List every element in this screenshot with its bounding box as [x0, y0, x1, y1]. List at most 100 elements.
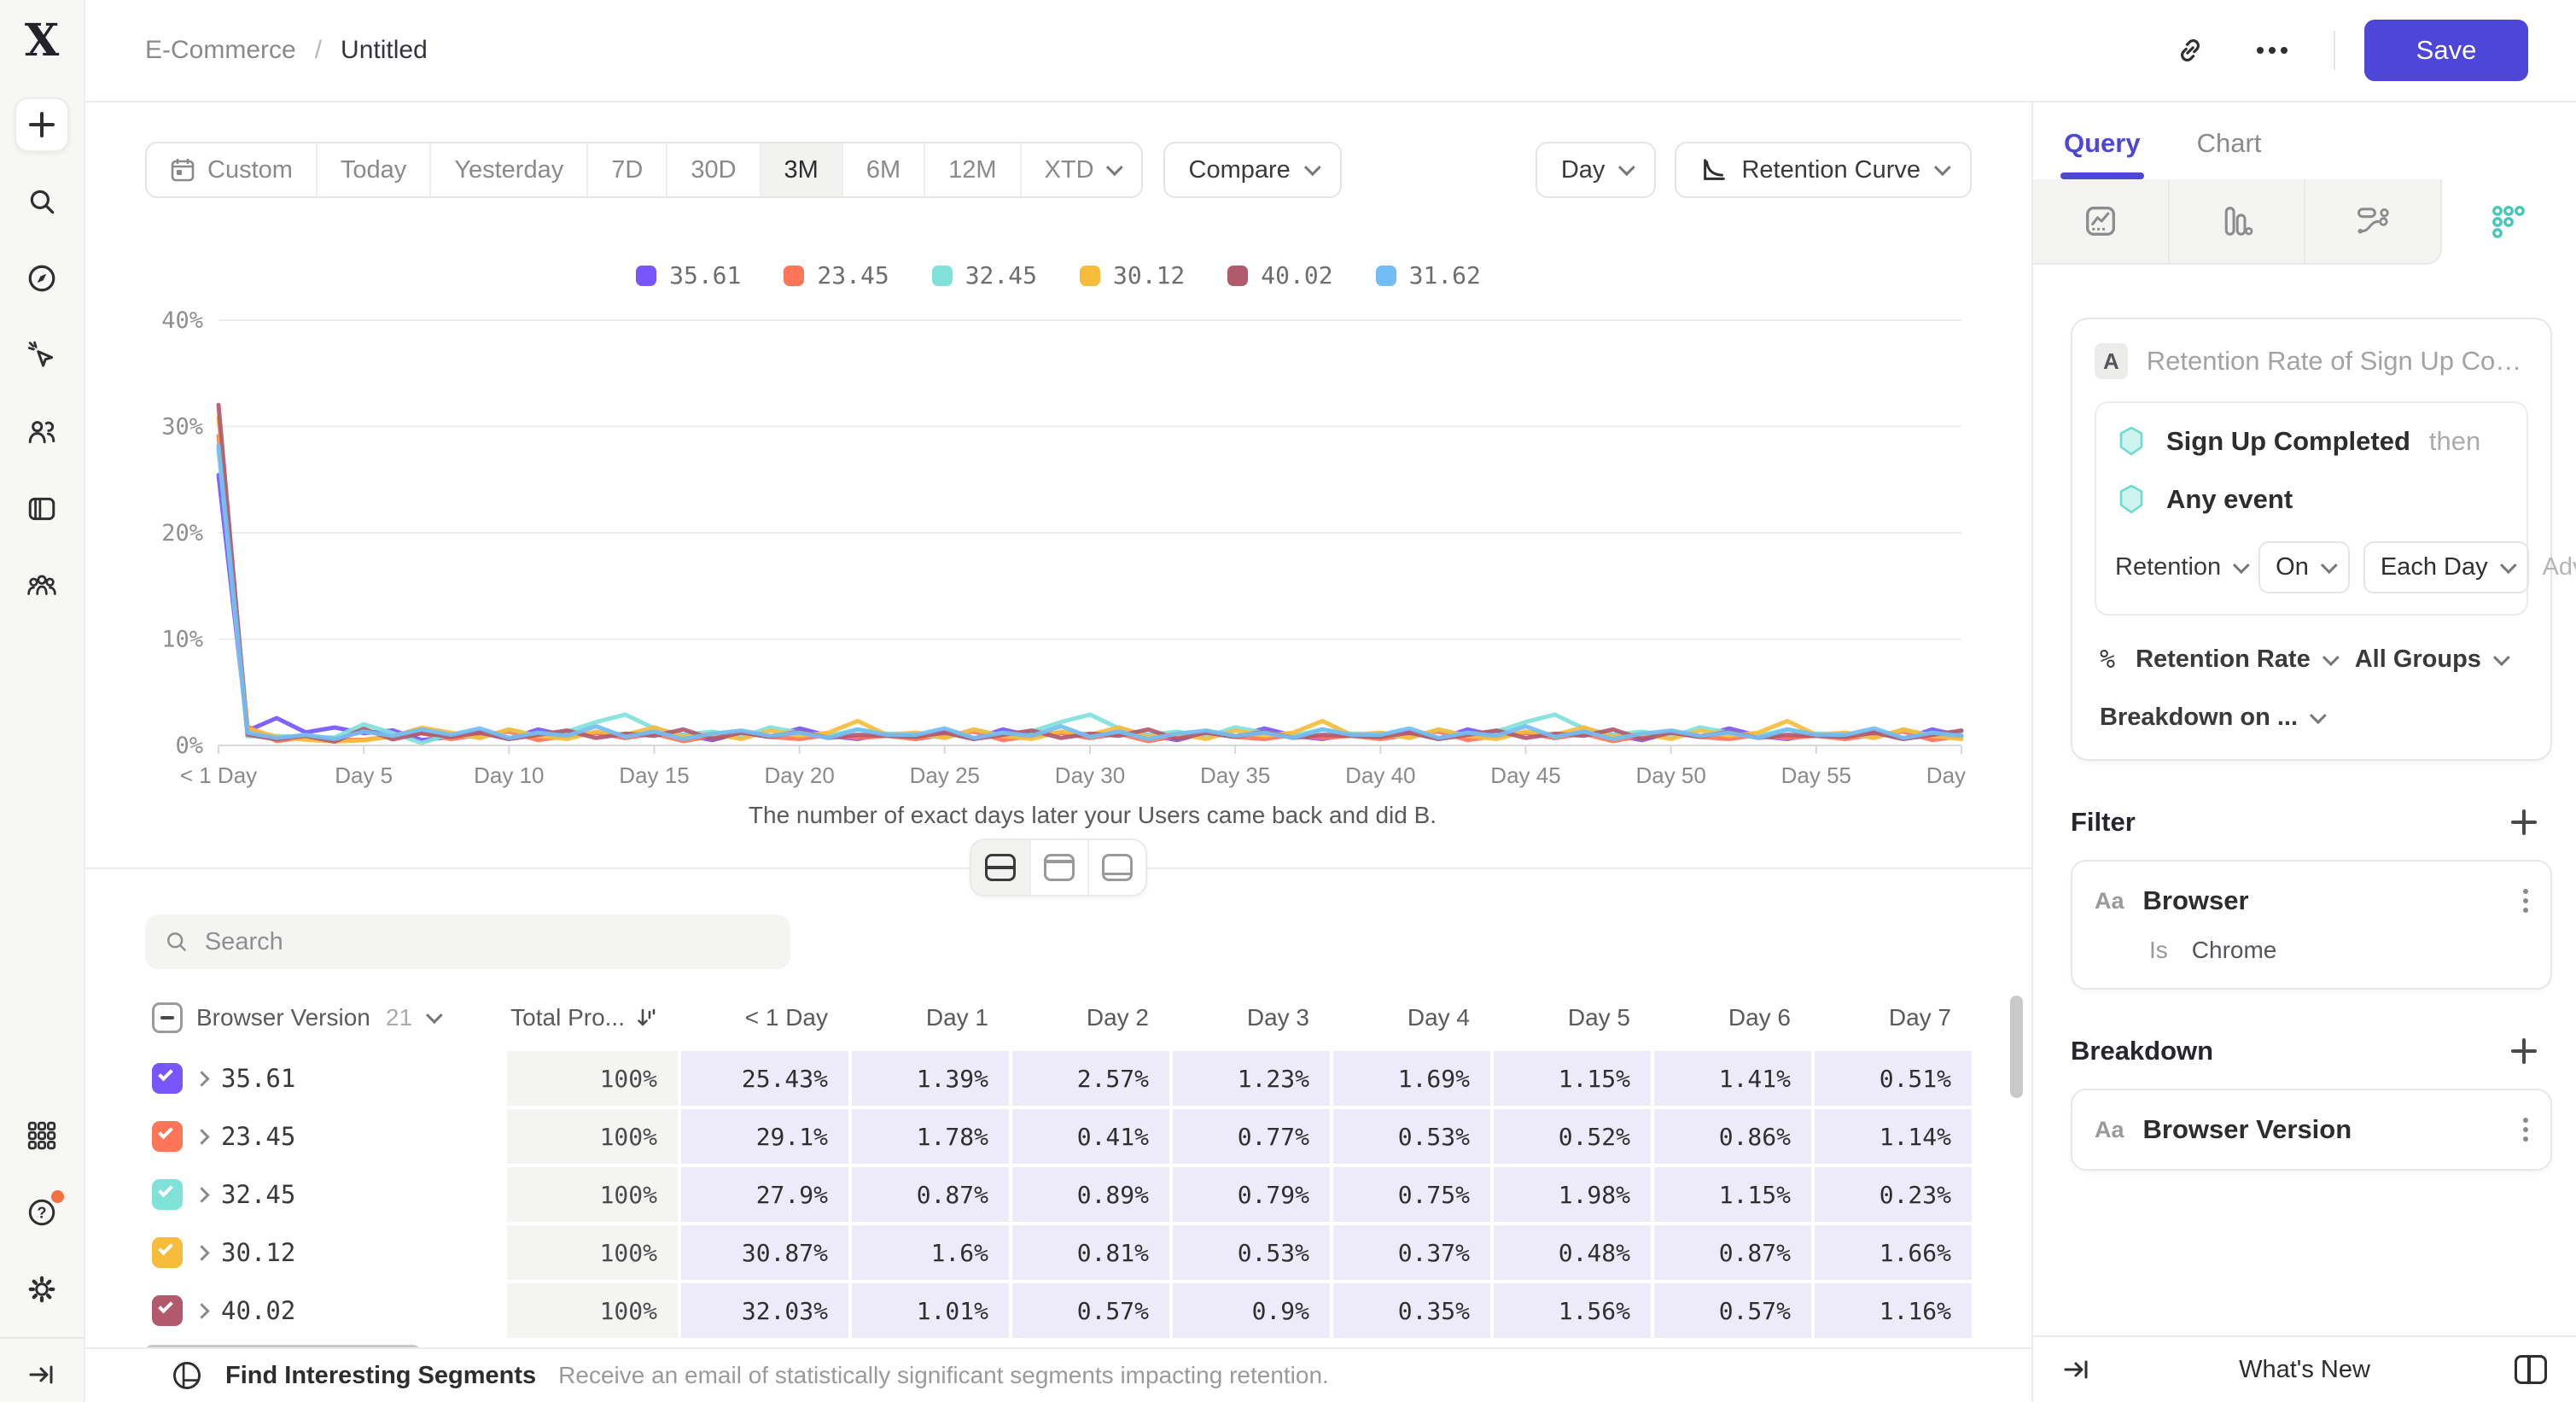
sidebar-expand-button[interactable] — [15, 1347, 69, 1402]
sidebar-item-boards[interactable] — [15, 482, 69, 536]
expand-row-icon[interactable] — [194, 1129, 209, 1144]
table-header-day-6[interactable]: Day 6 — [1654, 988, 1811, 1048]
row-checkbox[interactable] — [152, 1063, 183, 1094]
sidebar-item-discover[interactable] — [15, 251, 69, 306]
bucket-dropdown[interactable]: Each Day — [2363, 541, 2529, 593]
add-breakdown-button[interactable] — [2511, 1038, 2537, 1064]
y-axis-tick-label: 10% — [161, 627, 203, 653]
date-range-6m[interactable]: 6M — [842, 143, 924, 196]
tab-query[interactable]: Query — [2064, 128, 2141, 179]
report-type-retention[interactable] — [2442, 179, 2576, 265]
expand-row-icon[interactable] — [194, 1245, 209, 1260]
chart-controls-row: CustomTodayYesterday7D30D3M6M12MXTD Comp… — [145, 142, 1972, 198]
date-range-custom[interactable]: Custom — [147, 143, 316, 196]
row-group-cell: 30.12 — [145, 1225, 504, 1280]
legend-item[interactable]: 32.45 — [932, 261, 1037, 289]
sidebar-item-help[interactable]: ? — [15, 1185, 69, 1240]
legend-item[interactable]: 30.12 — [1080, 261, 1185, 289]
row-checkbox[interactable] — [152, 1121, 183, 1152]
measure-dropdown[interactable]: Retention Rate — [2136, 646, 2334, 674]
vertical-scrollbar[interactable] — [2010, 996, 2023, 1098]
date-range-3m[interactable]: 3M — [760, 143, 842, 196]
filter-property[interactable]: Browser — [2143, 885, 2249, 916]
columns-icon[interactable] — [2515, 1355, 2547, 1384]
legend-item[interactable]: 31.62 — [1376, 261, 1481, 289]
date-range-7d[interactable]: 7D — [586, 143, 666, 196]
query-name-input[interactable]: Retention Rate of Sign Up Compl... — [2147, 346, 2528, 377]
chevron-down-icon[interactable] — [426, 1007, 443, 1024]
copy-link-button[interactable] — [2166, 26, 2214, 74]
on-dropdown[interactable]: On — [2258, 541, 2350, 593]
breakdown-property[interactable]: Browser Version — [2143, 1114, 2352, 1145]
retention-cell: 1.15% — [1494, 1051, 1651, 1106]
report-type-flows[interactable] — [2305, 179, 2442, 265]
row-checkbox[interactable] — [152, 1237, 183, 1268]
retention-cell: 1.56% — [1494, 1283, 1651, 1338]
mixpanel-logo[interactable]: X — [25, 19, 59, 63]
granularity-dropdown[interactable]: Day — [1536, 142, 1657, 198]
add-filter-button[interactable] — [2511, 809, 2537, 835]
toggle-split-view[interactable] — [971, 840, 1029, 895]
find-segments-button[interactable]: Find Interesting Segments — [225, 1362, 536, 1390]
table-header-day-7[interactable]: Day 7 — [1815, 988, 1972, 1048]
kebab-menu-icon[interactable] — [2523, 898, 2528, 903]
search-input[interactable] — [205, 928, 772, 956]
kebab-menu-icon[interactable] — [2523, 1127, 2528, 1132]
date-range-12m[interactable]: 12M — [924, 143, 1019, 196]
table-header-day-2[interactable]: Day 2 — [1012, 988, 1169, 1048]
toggle-table-only-view[interactable] — [1087, 840, 1145, 895]
table-header-day-5[interactable]: Day 5 — [1494, 988, 1651, 1048]
sidebar-item-settings[interactable] — [15, 1262, 69, 1317]
groups-dropdown[interactable]: All Groups — [2355, 646, 2505, 674]
date-range-today[interactable]: Today — [316, 143, 429, 196]
breakdown-on-dropdown[interactable]: Breakdown on ... — [2100, 704, 2322, 732]
sidebar-item-apps[interactable] — [15, 1108, 69, 1163]
sidebar-item-cohorts[interactable] — [15, 558, 69, 613]
date-range-xtd[interactable]: XTD — [1020, 143, 1141, 196]
gear-icon — [26, 1274, 57, 1305]
save-button[interactable]: Save — [2364, 20, 2528, 81]
table-header-total-column[interactable]: Total Pro... — [507, 988, 678, 1048]
date-range-30d[interactable]: 30D — [666, 143, 759, 196]
filter-heading: Filter — [2071, 807, 2136, 838]
event-row-second[interactable]: Any event — [2115, 483, 2508, 516]
granularity-label: Day — [1561, 156, 1606, 184]
whats-new-button[interactable]: What's New — [2239, 1356, 2370, 1384]
tab-chart[interactable]: Chart — [2197, 128, 2262, 179]
retention-cell: 0.48% — [1494, 1225, 1651, 1280]
sidebar-item-search[interactable] — [15, 174, 69, 229]
table-header-day-1[interactable]: Day 1 — [852, 988, 1009, 1048]
table-header-day-3[interactable]: Day 3 — [1173, 988, 1330, 1048]
compare-button[interactable]: Compare — [1163, 142, 1342, 198]
retention-type-dropdown[interactable]: Retention — [2115, 553, 2245, 581]
chart-type-dropdown[interactable]: Retention Curve — [1675, 142, 1972, 198]
legend-item[interactable]: 40.02 — [1227, 261, 1332, 289]
expand-row-icon[interactable] — [194, 1071, 209, 1086]
expand-row-icon[interactable] — [194, 1303, 209, 1318]
create-new-button[interactable] — [15, 97, 69, 152]
more-options-button[interactable] — [2248, 26, 2296, 74]
chevron-down-icon — [2233, 557, 2250, 574]
collapse-right-icon[interactable] — [2062, 1355, 2091, 1384]
table-header-<-1-day[interactable]: < 1 Day — [681, 988, 848, 1048]
select-all-checkbox[interactable] — [152, 1002, 183, 1033]
sort-descending-icon[interactable] — [635, 1007, 657, 1029]
event-row-first[interactable]: Sign Up Completed then — [2115, 425, 2508, 458]
toggle-chart-only-view[interactable] — [1029, 840, 1087, 895]
expand-row-icon[interactable] — [194, 1187, 209, 1202]
date-range-yesterday[interactable]: Yesterday — [429, 143, 586, 196]
row-checkbox[interactable] — [152, 1295, 183, 1326]
breadcrumb-project[interactable]: E-Commerce — [145, 36, 296, 65]
legend-item[interactable]: 35.61 — [636, 261, 741, 289]
table-header-day-4[interactable]: Day 4 — [1333, 988, 1490, 1048]
advanced-dropdown[interactable]: Adv... — [2543, 553, 2576, 581]
legend-item[interactable]: 23.45 — [784, 261, 889, 289]
sidebar-item-events[interactable] — [15, 328, 69, 383]
sidebar-item-users[interactable] — [15, 405, 69, 459]
filter-operator[interactable]: Is — [2149, 937, 2168, 964]
row-checkbox[interactable] — [152, 1179, 183, 1210]
report-type-insights[interactable] — [2033, 179, 2170, 265]
breadcrumb-title[interactable]: Untitled — [341, 36, 428, 65]
report-type-funnels[interactable] — [2170, 179, 2306, 265]
filter-value[interactable]: Chrome — [2192, 937, 2277, 964]
